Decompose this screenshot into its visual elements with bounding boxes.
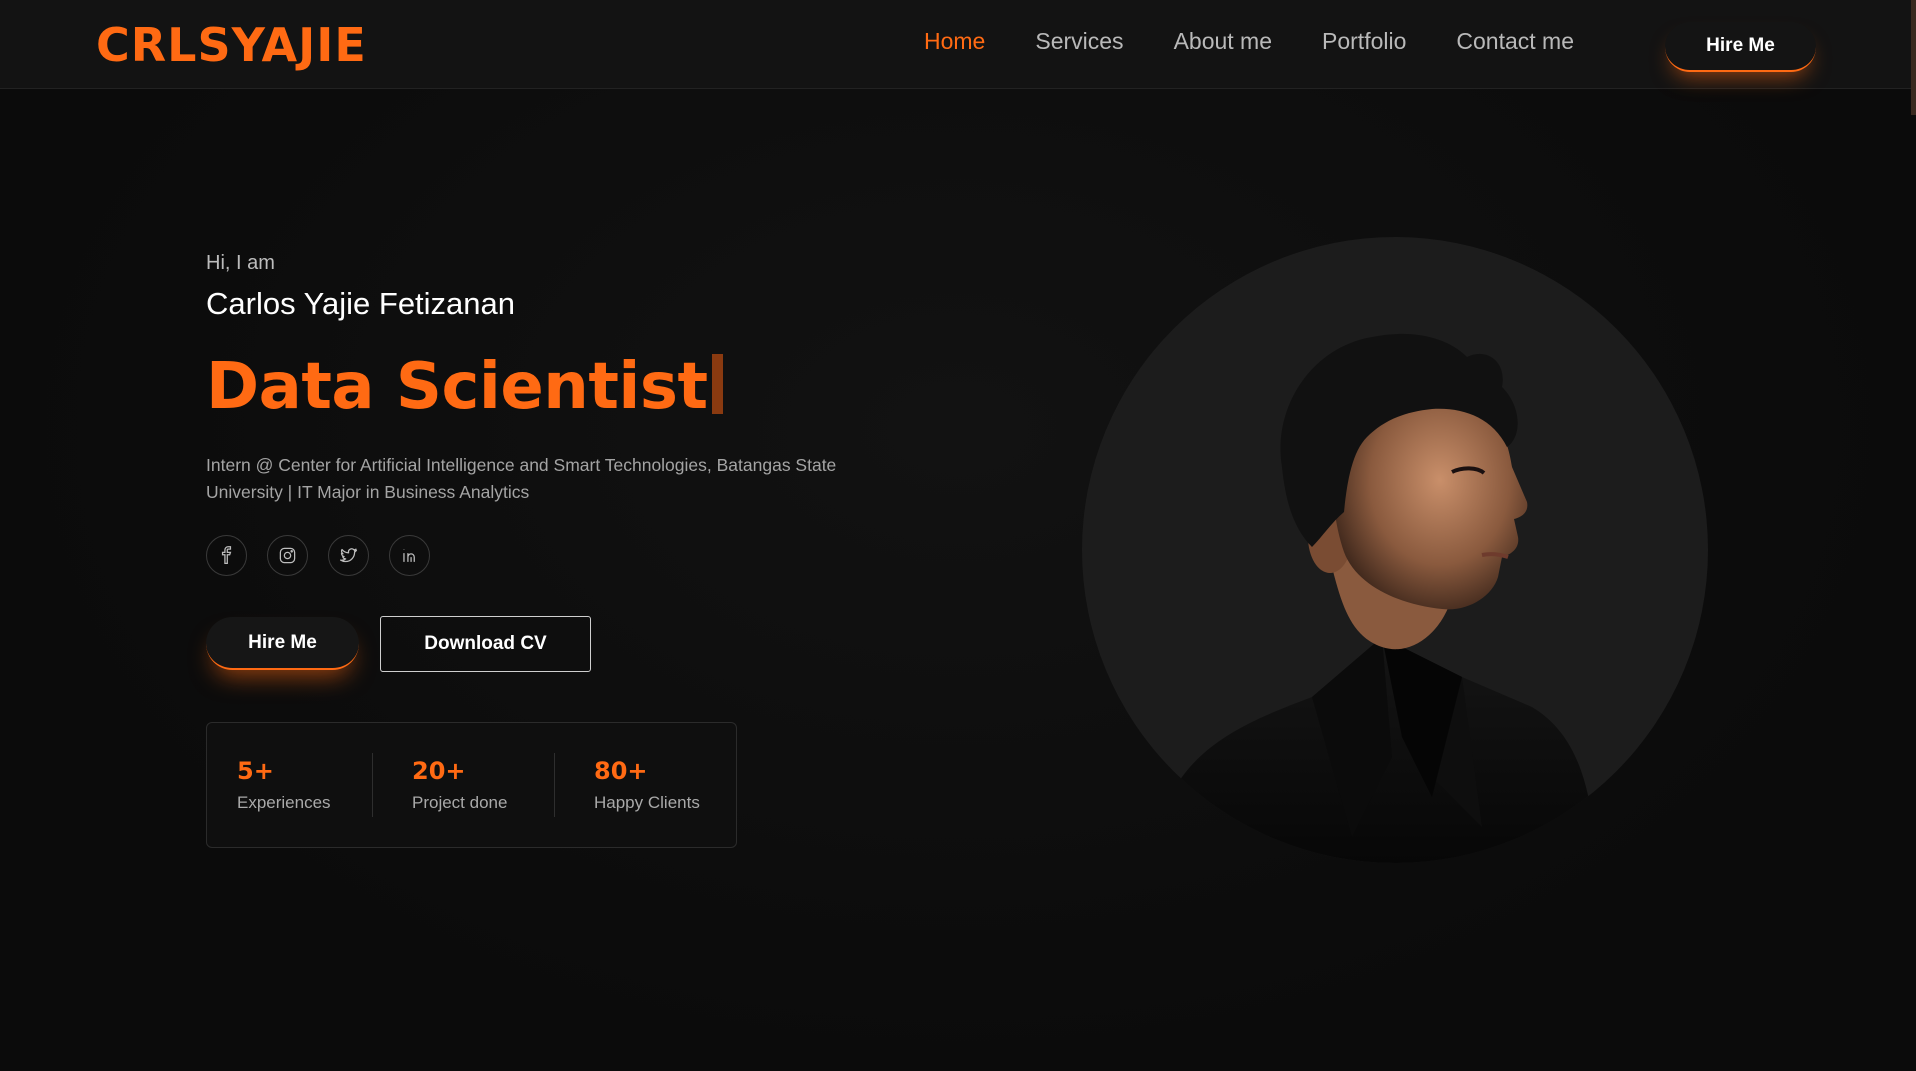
scrollbar[interactable] (1911, 0, 1916, 115)
role-text: Data Scientist (206, 350, 708, 424)
linkedin-icon[interactable] (389, 535, 430, 576)
instagram-icon[interactable] (267, 535, 308, 576)
portrait-illustration (1152, 333, 1597, 863)
nav-link-about[interactable]: About me (1174, 28, 1272, 55)
stat-divider (372, 753, 373, 817)
nav-links: Home Services About me Portfolio Contact… (924, 28, 1574, 55)
nav-link-home[interactable]: Home (924, 28, 985, 55)
social-links (206, 535, 430, 576)
stat-clients: 80+ Happy Clients (594, 757, 700, 813)
nav-link-portfolio[interactable]: Portfolio (1322, 28, 1406, 55)
facebook-icon[interactable] (206, 535, 247, 576)
stat-value: 80+ (594, 757, 648, 785)
hire-me-button[interactable]: Hire Me (206, 617, 359, 670)
navbar: CRLSYAJIE Home Services About me Portfol… (0, 0, 1916, 89)
stat-value: 5+ (237, 757, 274, 785)
greeting: Hi, I am (206, 252, 275, 274)
twitter-icon[interactable] (328, 535, 369, 576)
stat-label: Experiences (237, 793, 331, 812)
hero-role: Data Scientist (206, 350, 723, 424)
nav-hire-button[interactable]: Hire Me (1665, 22, 1816, 72)
download-cv-button[interactable]: Download CV (380, 616, 591, 672)
nav-link-contact[interactable]: Contact me (1456, 28, 1574, 55)
stat-label: Happy Clients (594, 793, 700, 812)
nav-link-services[interactable]: Services (1035, 28, 1123, 55)
stats-card: 5+ Experiences 20+ Project done 80+ Happ… (206, 722, 737, 848)
hero-description: Intern @ Center for Artificial Intellige… (206, 455, 837, 502)
profile-photo (1082, 237, 1708, 863)
stat-divider (554, 753, 555, 817)
site-logo[interactable]: CRLSYAJIE (96, 18, 367, 72)
stat-projects: 20+ Project done (412, 757, 507, 813)
stat-value: 20+ (412, 757, 466, 785)
typing-cursor (711, 354, 723, 414)
stat-experiences: 5+ Experiences (237, 757, 331, 813)
page: CRLSYAJIE Home Services About me Portfol… (0, 0, 1916, 1071)
stat-label: Project done (412, 793, 508, 812)
hero-name: Carlos Yajie Fetizanan (206, 286, 516, 321)
